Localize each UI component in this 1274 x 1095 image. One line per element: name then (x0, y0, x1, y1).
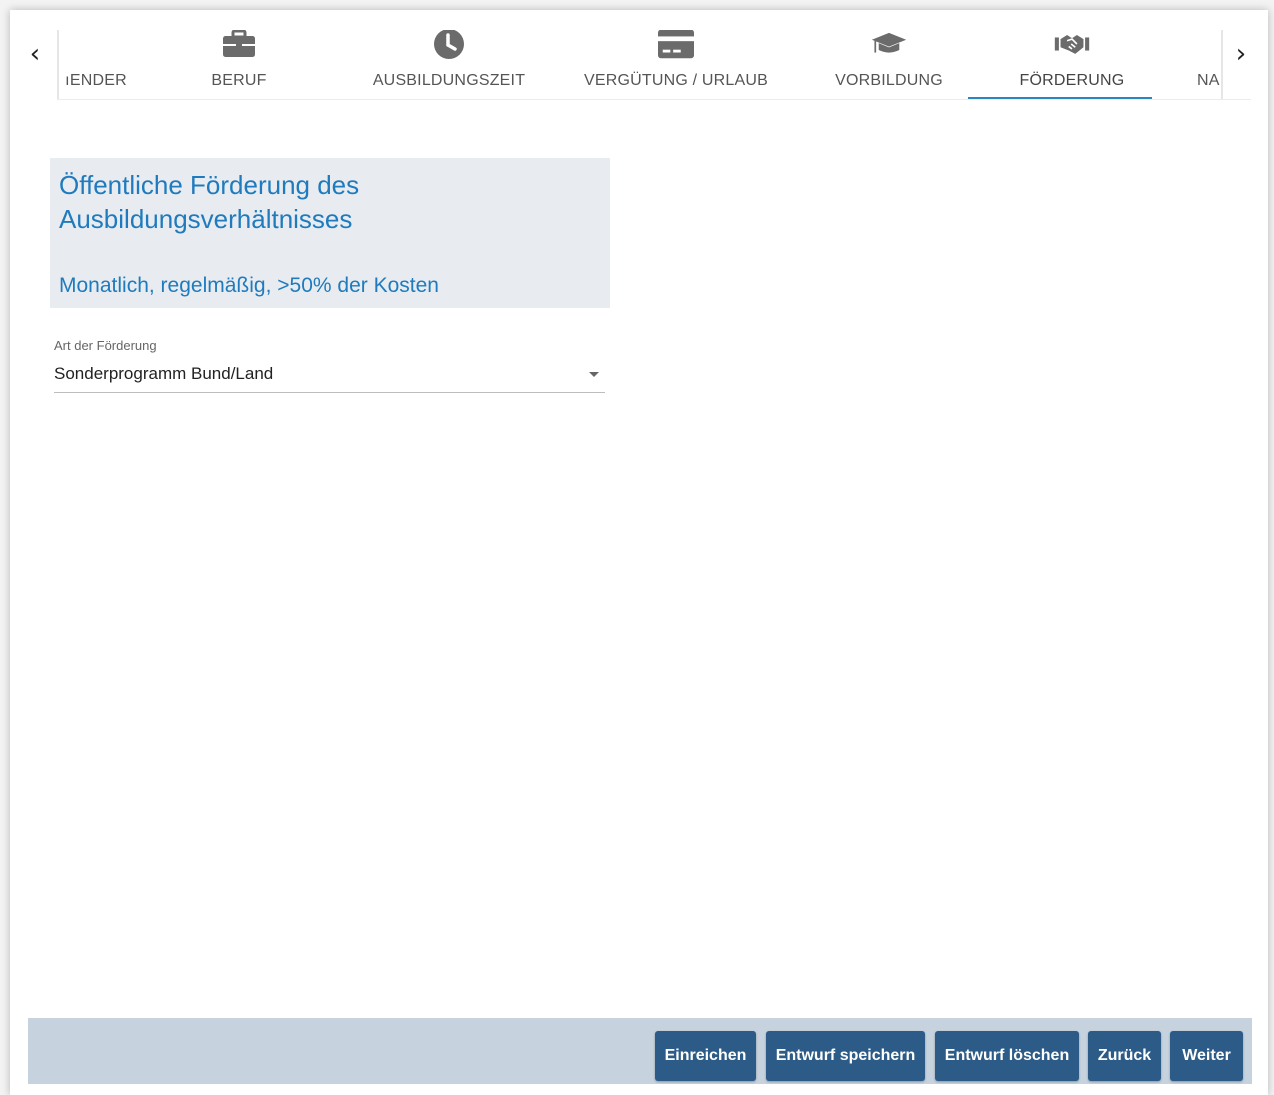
section-title: Öffentliche Förderung des Ausbildungsver… (59, 170, 360, 234)
save-draft-button[interactable]: Entwurf speichern (766, 1031, 925, 1081)
tab-next-partial[interactable]: NA (1197, 30, 1221, 100)
tabs-scroll-right-button[interactable]: › (1226, 40, 1256, 70)
tab-vorbildung[interactable]: VORBILDUNG (819, 30, 959, 100)
tab-label: VERGÜTUNG / URLAUB (583, 72, 769, 89)
tab-foerderung[interactable]: FÖRDERUNG (980, 30, 1164, 100)
tab-label: NA (1197, 72, 1220, 89)
delete-draft-button[interactable]: Entwurf löschen (935, 1031, 1079, 1081)
section-subtitle: Monatlich, regelmäßig, >50% der Kosten (59, 274, 439, 297)
foerderung-type-label: Art der Förderung (54, 338, 157, 353)
application-window: ‹ ıENDER BERUF AUSBILDUNGSZEIT VERGÜTUNG… (10, 10, 1268, 1095)
tab-label: ıENDER (65, 72, 127, 89)
clock-icon (431, 30, 467, 60)
tab-label: FÖRDERUNG (1019, 72, 1125, 89)
select-value: Sonderprogramm Bund/Land (54, 364, 274, 383)
tab-antragsteller[interactable]: ıENDER (59, 30, 136, 100)
graduation-cap-icon (871, 30, 907, 60)
section-header: Öffentliche Förderung des Ausbildungsver… (50, 158, 610, 308)
tabs-viewport: ıENDER BERUF AUSBILDUNGSZEIT VERGÜTUNG /… (57, 30, 1223, 100)
tab-ausbildungszeit[interactable]: AUSBILDUNGSZEIT (359, 30, 539, 100)
credit-card-icon (658, 30, 694, 60)
tab-verguetung-urlaub[interactable]: VERGÜTUNG / URLAUB (571, 30, 781, 100)
tab-label: VORBILDUNG (835, 72, 943, 89)
tab-label: BERUF (211, 72, 267, 89)
tab-label: AUSBILDUNGSZEIT (372, 72, 526, 89)
handshake-icon (1054, 30, 1090, 60)
next-button[interactable]: Weiter (1170, 1031, 1243, 1081)
submit-button[interactable]: Einreichen (655, 1031, 756, 1081)
back-button[interactable]: Zurück (1088, 1031, 1161, 1081)
caret-down-icon (589, 372, 599, 377)
step-tabbar: ‹ ıENDER BERUF AUSBILDUNGSZEIT VERGÜTUNG… (10, 10, 1268, 100)
tabbar-divider (57, 99, 1251, 100)
tabs-scroll-left-button[interactable]: ‹ (20, 40, 50, 70)
tab-beruf[interactable]: BERUF (189, 30, 289, 100)
action-footer: Einreichen Entwurf speichern Entwurf lös… (28, 1018, 1252, 1084)
briefcase-icon (221, 30, 257, 60)
foerderung-type-select[interactable]: Sonderprogramm Bund/Land (54, 360, 605, 393)
